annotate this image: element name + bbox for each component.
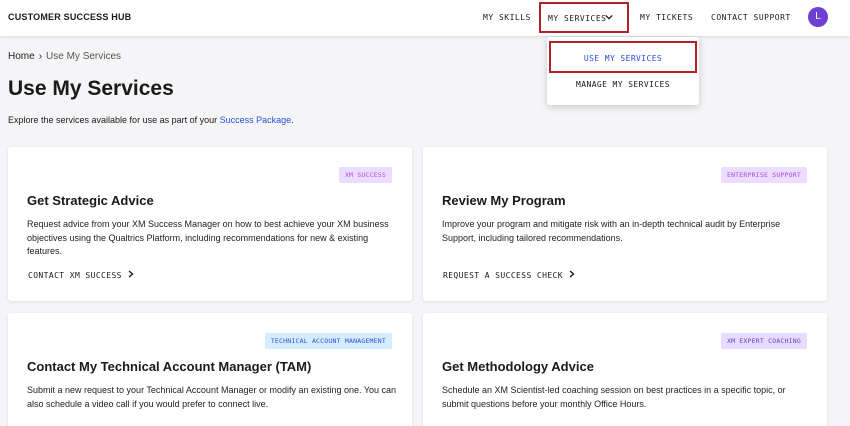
card-description: Improve your program and mitigate risk w…: [442, 219, 781, 243]
nav-my-services[interactable]: MY SERVICES: [539, 2, 629, 33]
chevron-right-icon: [569, 270, 575, 278]
breadcrumb-home[interactable]: Home: [8, 51, 35, 62]
breadcrumb: Home › Use My Services: [8, 51, 121, 62]
card-description: Request advice from your XM Success Mana…: [27, 219, 389, 256]
card-title: Get Methodology Advice: [442, 359, 594, 374]
badge-enterprise-support: ENTERPRISE SUPPORT: [720, 167, 807, 183]
service-card-methodology-advice: XM EXPERT COACHING Get Methodology Advic…: [423, 313, 827, 426]
card-title: Review My Program: [442, 193, 566, 208]
breadcrumb-current: Use My Services: [46, 51, 122, 62]
chevron-right-icon: [128, 270, 134, 278]
top-navigation-bar: CUSTOMER SUCCESS HUB MY SKILLS MY SERVIC…: [0, 0, 850, 36]
brand-title[interactable]: CUSTOMER SUCCESS HUB: [8, 12, 131, 22]
cta-label: CONTACT XM SUCCESS: [28, 271, 122, 280]
nav-contact-support[interactable]: CONTACT SUPPORT: [711, 13, 791, 22]
cta-label: REQUEST A SUCCESS CHECK: [443, 271, 563, 280]
card-title: Contact My Technical Account Manager (TA…: [27, 359, 312, 374]
nav-my-tickets[interactable]: MY TICKETS: [640, 13, 693, 22]
services-dropdown-menu: USE MY SERVICES MANAGE MY SERVICES: [547, 37, 699, 105]
badge-xm-expert-coaching: XM EXPERT COACHING: [720, 333, 807, 349]
card-title: Get Strategic Advice: [27, 193, 154, 208]
chevron-down-icon: [605, 14, 613, 20]
user-avatar[interactable]: L: [808, 7, 828, 27]
page-title: Use My Services: [8, 77, 174, 100]
success-package-link[interactable]: Success Package: [220, 115, 292, 125]
contact-xm-success-link[interactable]: CONTACT XM SUCCESS: [28, 270, 134, 280]
request-success-check-link[interactable]: REQUEST A SUCCESS CHECK: [443, 270, 575, 280]
intro-suffix: .: [291, 115, 294, 125]
chevron-right-icon: ›: [38, 51, 43, 62]
badge-technical-account-management: TECHNICAL ACCOUNT MANAGEMENT: [264, 333, 392, 349]
service-card-review-program: ENTERPRISE SUPPORT Review My Program Imp…: [423, 147, 827, 301]
service-card-contact-tam: TECHNICAL ACCOUNT MANAGEMENT Contact My …: [8, 313, 412, 426]
card-description: Submit a new request to your Technical A…: [27, 385, 397, 409]
nav-my-services-label: MY SERVICES: [548, 14, 607, 23]
menu-item-use-label: USE MY SERVICES: [583, 54, 663, 63]
page-intro: Explore the services available for use a…: [8, 115, 294, 125]
menu-item-manage-my-services[interactable]: MANAGE MY SERVICES: [547, 80, 699, 89]
service-card-strategic-advice: XM SUCCESS Get Strategic Advice Request …: [8, 147, 412, 301]
nav-my-skills[interactable]: MY SKILLS: [483, 13, 531, 22]
card-description: Schedule an XM Scientist-led coaching se…: [442, 385, 786, 409]
intro-text: Explore the services available for use a…: [8, 115, 220, 125]
menu-item-use-my-services[interactable]: USE MY SERVICES: [549, 41, 697, 73]
badge-xm-success: XM SUCCESS: [338, 167, 392, 183]
